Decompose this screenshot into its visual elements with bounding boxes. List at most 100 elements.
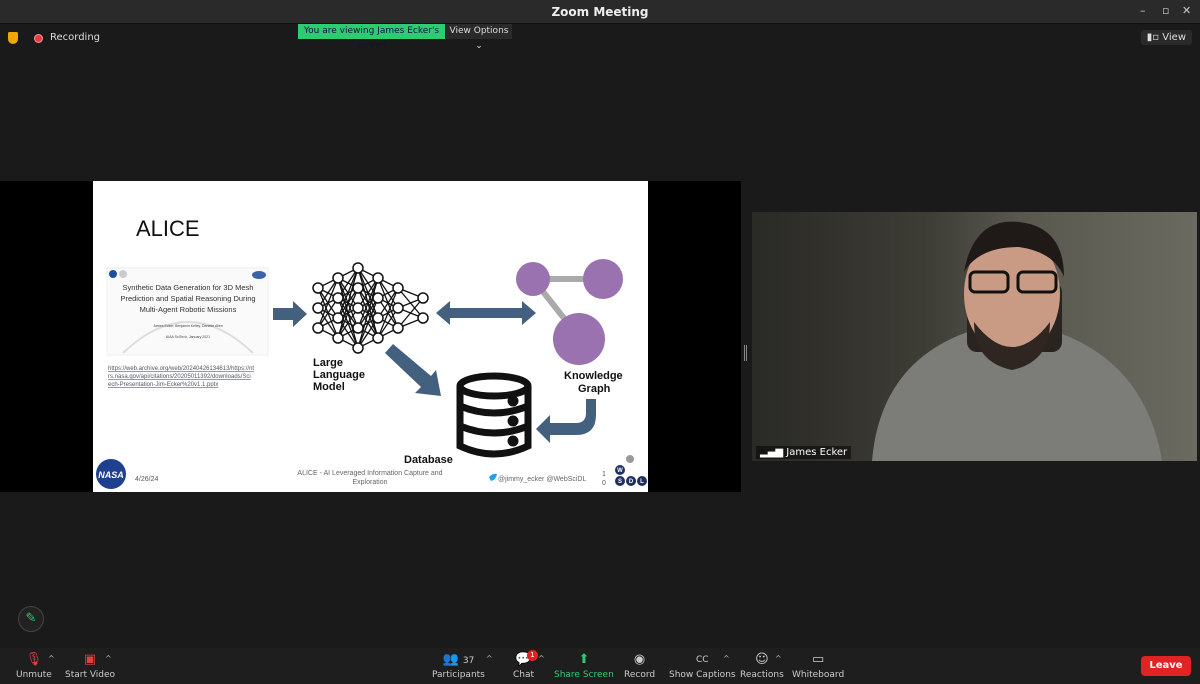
chat-badge: 1	[527, 650, 538, 661]
captions-caret[interactable]: ^	[723, 654, 730, 663]
footer-title: ALICE - AI Leveraged Information Capture…	[297, 470, 442, 477]
participant-video: ▂▄▆ James Ecker	[752, 212, 1197, 461]
unmute-label: Unmute	[16, 670, 52, 680]
record-button[interactable]: ◉ Record	[624, 652, 655, 680]
share-screen-icon: ⬆	[578, 652, 590, 667]
view-label: View	[1162, 32, 1186, 43]
participant-name-tag: ▂▄▆ James Ecker	[756, 446, 852, 459]
llm-label: Model	[313, 381, 345, 393]
nn-node	[372, 292, 384, 304]
nn-node	[352, 322, 364, 334]
video-options-caret[interactable]: ^	[105, 654, 112, 663]
chat-caret[interactable]: ^	[538, 654, 545, 663]
nn-node	[417, 292, 429, 304]
nn-node	[352, 262, 364, 274]
start-video-label: Start Video	[65, 670, 116, 680]
nn-node	[372, 312, 384, 324]
nn-node	[392, 302, 404, 314]
database-label: Database	[404, 454, 453, 466]
nn-node	[352, 282, 364, 294]
paper-title-line: Multi-Agent Robotic Missions	[140, 305, 237, 314]
svg-text:D: D	[629, 479, 634, 485]
page-number: 1	[602, 471, 606, 478]
panel-resize-handle[interactable]	[744, 345, 747, 361]
svg-text:L: L	[640, 479, 644, 485]
window-title: Zoom Meeting	[551, 5, 649, 19]
arrow-right-icon	[273, 301, 307, 327]
participants-label: Participants	[432, 670, 485, 680]
paper-title-line: Synthetic Data Generation for 3D Mesh	[123, 283, 254, 292]
meeting-toolbar: 🎙 Unmute ^ ▣ Start Video ^ 👥 37 Participant…	[0, 648, 1200, 684]
reactions-caret[interactable]: ^	[775, 654, 782, 663]
kg-label: Graph	[578, 383, 611, 395]
paper-authors: James Ecker, Benjamin Kelley, Danette Al…	[153, 324, 223, 328]
participants-button[interactable]: 👥 37 Participants	[432, 652, 485, 680]
svg-text:NASA: NASA	[98, 470, 124, 480]
nn-node	[332, 292, 344, 304]
view-options-button[interactable]: View Options ⌄	[446, 24, 512, 51]
nn-node	[352, 302, 364, 314]
presentation-slide: ALICE Synthetic Data Generation for 3D M…	[93, 181, 648, 492]
slide-title: ALICE	[136, 216, 200, 241]
security-shield-icon[interactable]	[8, 32, 18, 44]
minimize-button[interactable]: –	[1140, 4, 1146, 17]
arrow-down-right-icon	[385, 344, 441, 396]
bidirectional-arrow-icon	[436, 301, 536, 325]
view-icon: ▮▫	[1146, 32, 1160, 43]
close-button[interactable]: ✕	[1182, 4, 1191, 17]
audio-options-caret[interactable]: ^	[48, 654, 55, 663]
llm-label: Language	[313, 369, 365, 381]
participants-icon: 👥	[442, 652, 459, 667]
curved-arrow-icon	[536, 399, 596, 443]
unmute-button[interactable]: 🎙 Unmute	[16, 652, 52, 680]
participants-caret[interactable]: ^	[486, 654, 493, 663]
record-label: Record	[624, 670, 656, 680]
llm-label: Large	[313, 357, 343, 369]
nn-node	[392, 282, 404, 294]
twitter-icon	[489, 473, 497, 481]
svg-text:W: W	[617, 468, 623, 474]
recording-status: Recording	[50, 32, 101, 43]
nn-node	[372, 272, 384, 284]
share-screen-button[interactable]: ⬆ Share Screen	[554, 652, 614, 680]
paper-thumbnail: Synthetic Data Generation for 3D Mesh Pr…	[106, 267, 269, 356]
maximize-button[interactable]: ▫	[1162, 4, 1169, 17]
nn-node	[332, 332, 344, 344]
recording-icon	[34, 34, 43, 43]
chat-button[interactable]: 💬 1 Chat	[513, 650, 538, 680]
record-icon: ◉	[633, 652, 646, 667]
view-button[interactable]: ▮▫ View	[1140, 30, 1192, 45]
link-line[interactable]: https://web.archive.org/web/202404261346…	[108, 366, 254, 372]
whiteboard-button[interactable]: ▭ Whiteboard	[792, 652, 844, 680]
shared-screen: ALICE Synthetic Data Generation for 3D M…	[0, 181, 741, 492]
participant-video-frame	[872, 221, 1162, 461]
wsdl-logo: W S D L	[615, 455, 647, 486]
nn-node	[417, 312, 429, 324]
reactions-label: Reactions	[740, 670, 784, 680]
slide-date: 4/26/24	[135, 476, 158, 483]
nasa-logo: NASA	[96, 459, 126, 489]
microphone-muted-icon: 🎙	[25, 652, 43, 667]
nn-node	[372, 332, 384, 344]
leave-button[interactable]: Leave	[1141, 656, 1191, 676]
kg-label: Knowledge	[564, 370, 623, 382]
whiteboard-label: Whiteboard	[792, 670, 845, 680]
meeting-top-bar: Recording You are viewing James Ecker's …	[0, 24, 1200, 52]
nasa-mini-logo	[109, 270, 117, 278]
database-icon	[456, 372, 532, 458]
footer-title: Exploration	[352, 479, 387, 486]
view-options-label: View Options	[449, 26, 509, 36]
link-line[interactable]: rs.nasa.gov/api/citations/20205011392/do…	[108, 374, 251, 380]
signal-strength-icon: ▂▄▆	[760, 447, 784, 458]
social-handles: @jimmy_ecker @WebSciDL	[498, 476, 586, 483]
paper-venue: AIAA SciTech, January 2021	[166, 335, 210, 339]
annotate-pen-icon[interactable]: ✎	[18, 606, 44, 632]
nn-node	[352, 342, 364, 354]
nn-node	[312, 322, 324, 334]
show-captions-label: Show Captions	[669, 670, 736, 680]
nn-node	[312, 282, 324, 294]
reference-link[interactable]: https://web.archive.org/web/202404261346…	[108, 366, 254, 388]
nn-node	[392, 322, 404, 334]
link-line[interactable]: ech-Presentation-Jim-Ecker%20v1.1.pptx	[108, 382, 218, 388]
title-bar: Zoom Meeting – ▫ ✕	[0, 0, 1200, 24]
